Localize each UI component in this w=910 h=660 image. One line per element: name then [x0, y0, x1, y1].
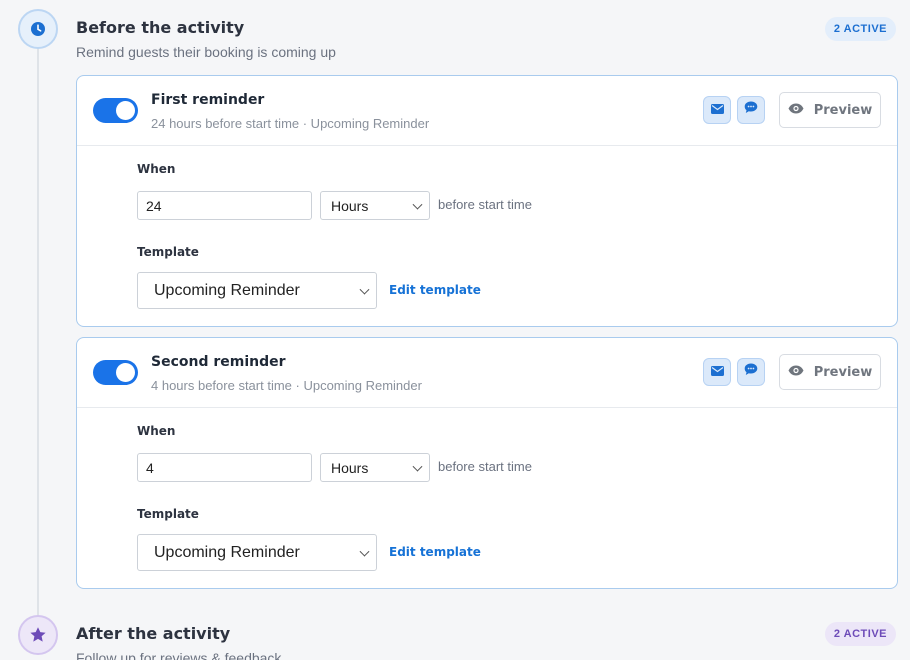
- clock-icon: [29, 20, 47, 38]
- email-channel-button[interactable]: [703, 96, 731, 124]
- after-step-marker: [18, 615, 58, 655]
- timeline-line: [37, 40, 39, 620]
- preview-label: Preview: [813, 102, 873, 118]
- offset-amount-input[interactable]: [137, 453, 312, 482]
- envelope-icon: [710, 363, 724, 381]
- preview-button[interactable]: Preview: [779, 92, 881, 128]
- when-label: When: [137, 162, 176, 176]
- before-section-title: Before the activity: [76, 18, 245, 37]
- reminder-title: Second reminder: [151, 354, 286, 370]
- after-section-title: After the activity: [76, 624, 231, 643]
- chevron-down-icon: [412, 199, 423, 210]
- when-label: When: [137, 424, 176, 438]
- offset-unit-value: Hours: [331, 197, 369, 214]
- sms-channel-button[interactable]: [737, 358, 765, 386]
- reminder-summary: 4 hours before start time · Upcoming Rem…: [151, 378, 422, 393]
- edit-template-link[interactable]: Edit template: [389, 283, 481, 297]
- offset-suffix-text: before start time: [438, 459, 532, 474]
- chat-bubble-icon: [744, 363, 758, 381]
- offset-amount-input[interactable]: [137, 191, 312, 220]
- chevron-down-icon: [359, 546, 370, 557]
- before-step-marker: [18, 9, 58, 49]
- template-label: Template: [137, 507, 199, 521]
- toggle-knob: [116, 101, 135, 120]
- after-active-badge: 2 ACTIVE: [824, 622, 896, 646]
- after-section-subtitle: Follow up for reviews & feedback: [76, 650, 282, 660]
- template-value: Upcoming Reminder: [154, 543, 300, 561]
- offset-unit-value: Hours: [331, 459, 369, 476]
- reminder-enabled-toggle[interactable]: [93, 360, 138, 385]
- preview-label: Preview: [813, 364, 873, 380]
- chat-bubble-icon: [744, 101, 758, 119]
- envelope-icon: [710, 101, 724, 119]
- chevron-down-icon: [412, 461, 423, 472]
- template-select[interactable]: Upcoming Reminder: [137, 534, 377, 571]
- template-label: Template: [137, 245, 199, 259]
- before-active-badge: 2 ACTIVE: [824, 17, 896, 41]
- template-select[interactable]: Upcoming Reminder: [137, 272, 377, 309]
- offset-unit-select[interactable]: Hours: [320, 453, 430, 482]
- reminder-card-body: When Hours before start time Template Up…: [77, 146, 897, 326]
- eye-icon: [788, 365, 804, 380]
- reminder-card-header: First reminder 24 hours before start tim…: [77, 76, 897, 146]
- sms-channel-button[interactable]: [737, 96, 765, 124]
- reminder-card-body: When Hours before start time Template Up…: [77, 408, 897, 588]
- offset-unit-select[interactable]: Hours: [320, 191, 430, 220]
- email-channel-button[interactable]: [703, 358, 731, 386]
- reminder-enabled-toggle[interactable]: [93, 98, 138, 123]
- chevron-down-icon: [359, 284, 370, 295]
- reminder-card-second: Second reminder 4 hours before start tim…: [76, 337, 898, 589]
- reminder-card-header: Second reminder 4 hours before start tim…: [77, 338, 897, 408]
- reminder-title: First reminder: [151, 92, 265, 108]
- reminder-summary: 24 hours before start time · Upcoming Re…: [151, 116, 430, 131]
- template-value: Upcoming Reminder: [154, 281, 300, 299]
- star-icon: [29, 626, 47, 644]
- preview-button[interactable]: Preview: [779, 354, 881, 390]
- toggle-knob: [116, 363, 135, 382]
- edit-template-link[interactable]: Edit template: [389, 545, 481, 559]
- reminder-card-first: First reminder 24 hours before start tim…: [76, 75, 898, 327]
- before-section-subtitle: Remind guests their booking is coming up: [76, 44, 336, 60]
- offset-suffix-text: before start time: [438, 197, 532, 212]
- eye-icon: [788, 103, 804, 118]
